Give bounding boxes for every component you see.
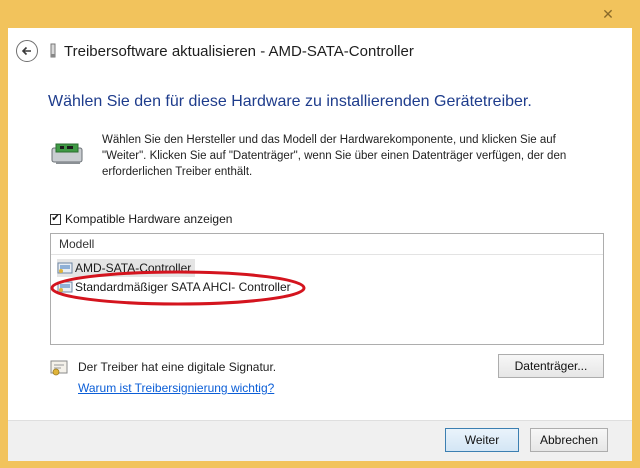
list-item-label: AMD-SATA-Controller [75, 261, 192, 275]
model-list[interactable]: Modell AMD-SATA-Controller Standardmäßig… [50, 233, 604, 345]
signature-info-link[interactable]: Warum ist Treibersignierung wichtig? [78, 381, 274, 395]
list-item[interactable]: Standardmäßiger SATA AHCI- Controller [57, 278, 291, 296]
compatible-hardware-option[interactable]: ✔ Kompatible Hardware anzeigen [50, 212, 232, 226]
driver-icon [57, 281, 73, 293]
device-icon [50, 43, 56, 58]
compatible-hardware-checkbox[interactable]: ✔ [50, 213, 61, 225]
instruction-text: Wählen Sie den Hersteller und das Modell… [102, 134, 567, 178]
page-heading: Wählen Sie den für diese Hardware zu ins… [48, 93, 532, 110]
signature-status-text: Der Treiber hat eine digitale Signatur. [78, 360, 277, 374]
back-arrow-icon [21, 46, 31, 56]
dialog-title: Treibersoftware aktualisieren - AMD-SATA… [64, 42, 414, 60]
window-frame: ✕ Treibersoftware aktualisieren - AMD-SA… [0, 0, 640, 468]
next-button[interactable]: Weiter [445, 428, 519, 452]
model-column-header: Modell [51, 234, 603, 255]
title-row: Treibersoftware aktualisieren - AMD-SATA… [48, 40, 414, 62]
dialog-client: Treibersoftware aktualisieren - AMD-SATA… [8, 28, 632, 461]
back-button[interactable] [16, 40, 38, 62]
cancel-button[interactable]: Abbrechen [530, 428, 608, 452]
hardware-icon [51, 143, 83, 164]
close-icon[interactable]: ✕ [592, 3, 624, 25]
list-item[interactable]: AMD-SATA-Controller [57, 259, 196, 277]
disk-button[interactable]: Datenträger... [498, 354, 604, 378]
driver-icon [57, 262, 73, 274]
signed-driver-icon [50, 360, 68, 376]
compatible-hardware-label: Kompatible Hardware anzeigen [65, 212, 233, 226]
list-item-label: Standardmäßiger SATA AHCI- Controller [75, 280, 291, 294]
